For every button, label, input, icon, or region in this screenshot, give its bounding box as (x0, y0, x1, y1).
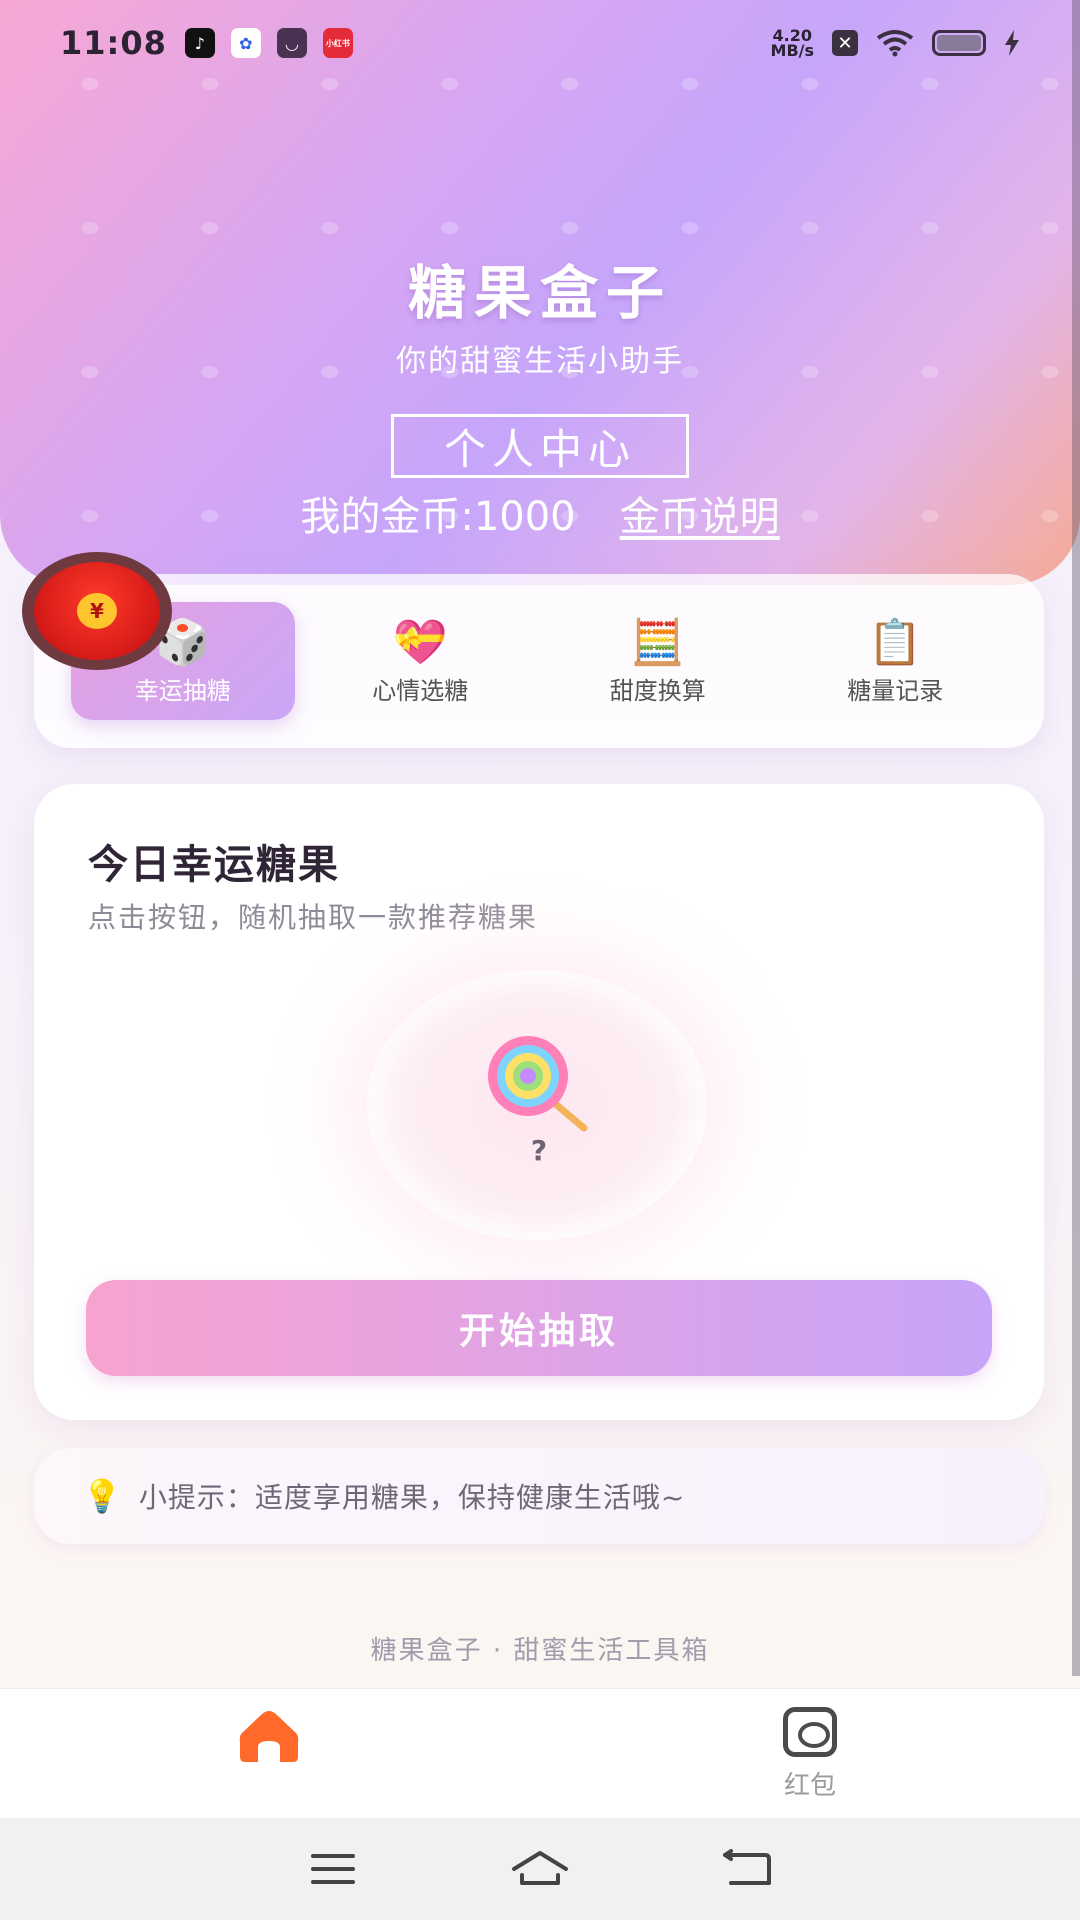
clipboard-icon: 📋 (867, 616, 923, 668)
home-button[interactable] (510, 1844, 570, 1894)
battery-icon (932, 30, 986, 56)
floating-red-packet[interactable]: ¥ (22, 552, 172, 670)
wifi-icon (876, 30, 914, 57)
no-sim-icon: ✕ (832, 30, 858, 56)
red-packet-icon: ¥ (34, 562, 160, 660)
tab-sugar-log[interactable]: 📋 糖量记录 (783, 602, 1007, 720)
status-time: 11:08 (60, 24, 167, 62)
yuan-coin-icon: ¥ (77, 593, 117, 629)
app-subtitle: 你的甜蜜生活小助手 (396, 344, 684, 379)
status-app-icons: ♪ ✿ ◡ 小红书 (184, 28, 353, 58)
abacus-icon: 🧮 (630, 616, 686, 668)
status-indicators: 4.20 MB/s ✕ (770, 26, 1020, 60)
tiktok-icon: ♪ (184, 28, 215, 58)
scrollbar[interactable] (1072, 0, 1080, 1676)
back-icon (722, 1849, 771, 1885)
app-title: 糖果盒子 (407, 259, 672, 327)
status-bar: 11:08 ♪ ✿ ◡ 小红书 4.20 MB/s ✕ (0, 0, 1080, 86)
lucky-candy-card: 今日幸运糖果 点击按钮，随机抽取一款推荐糖果 ? 开始抽取 (34, 784, 1044, 1420)
feature-tabs: 🎲 幸运抽糖 💝 心情选糖 🧮 甜度换算 📋 糖量记录 (34, 574, 1044, 748)
menu-icon (311, 1854, 356, 1884)
xiaohongshu-icon: 小红书 (322, 28, 353, 58)
tab-label: 心情选糖 (372, 676, 469, 705)
tab-label: 幸运抽糖 (134, 676, 231, 705)
coins-info-link[interactable]: 金币说明 (620, 484, 780, 542)
baidu-icon: ✿ (230, 28, 261, 58)
card-title: 今日幸运糖果 (88, 842, 340, 888)
tip-text: 小提示：适度享用糖果，保持健康生活哦~ (138, 1481, 686, 1514)
tab-label: 糖量记录 (847, 676, 944, 705)
back-button[interactable] (717, 1844, 777, 1894)
mail-icon: ◡ (276, 28, 307, 58)
personal-center-button[interactable]: 个人中心 (391, 414, 689, 478)
house-outline-icon (511, 1851, 568, 1885)
start-draw-button[interactable]: 开始抽取 (86, 1280, 992, 1376)
draw-result: ? (530, 1134, 548, 1167)
nav-red-packet[interactable]: 红包 (760, 1707, 860, 1802)
bottom-nav: 红包 (0, 1688, 1080, 1818)
camera-icon (783, 1707, 837, 1757)
charging-icon (1005, 30, 1019, 56)
heart-gift-icon: 💝 (392, 616, 448, 668)
footer-text: 糖果盒子 · 甜蜜生活工具箱 (370, 1636, 710, 1666)
coins-balance: 我的金币:1000 (300, 494, 576, 540)
lollipop-icon (488, 1036, 588, 1132)
nav-red-packet-label: 红包 (783, 1771, 836, 1801)
tab-mood-pick[interactable]: 💝 心情选糖 (308, 602, 532, 720)
lightbulb-icon: 💡 (82, 1477, 123, 1515)
coins-row: 我的金币:1000 金币说明 (0, 484, 1080, 542)
tab-sweetness-convert[interactable]: 🧮 甜度换算 (546, 602, 770, 720)
menu-button[interactable] (303, 1844, 363, 1894)
net-speed: 4.20 MB/s (770, 26, 814, 60)
system-nav-bar (0, 1818, 1080, 1920)
tip-banner: 💡 小提示：适度享用糖果，保持健康生活哦~ (34, 1448, 1044, 1544)
tab-label: 甜度换算 (609, 676, 706, 705)
card-subtitle: 点击按钮，随机抽取一款推荐糖果 (88, 901, 539, 934)
home-icon[interactable] (238, 1709, 300, 1763)
